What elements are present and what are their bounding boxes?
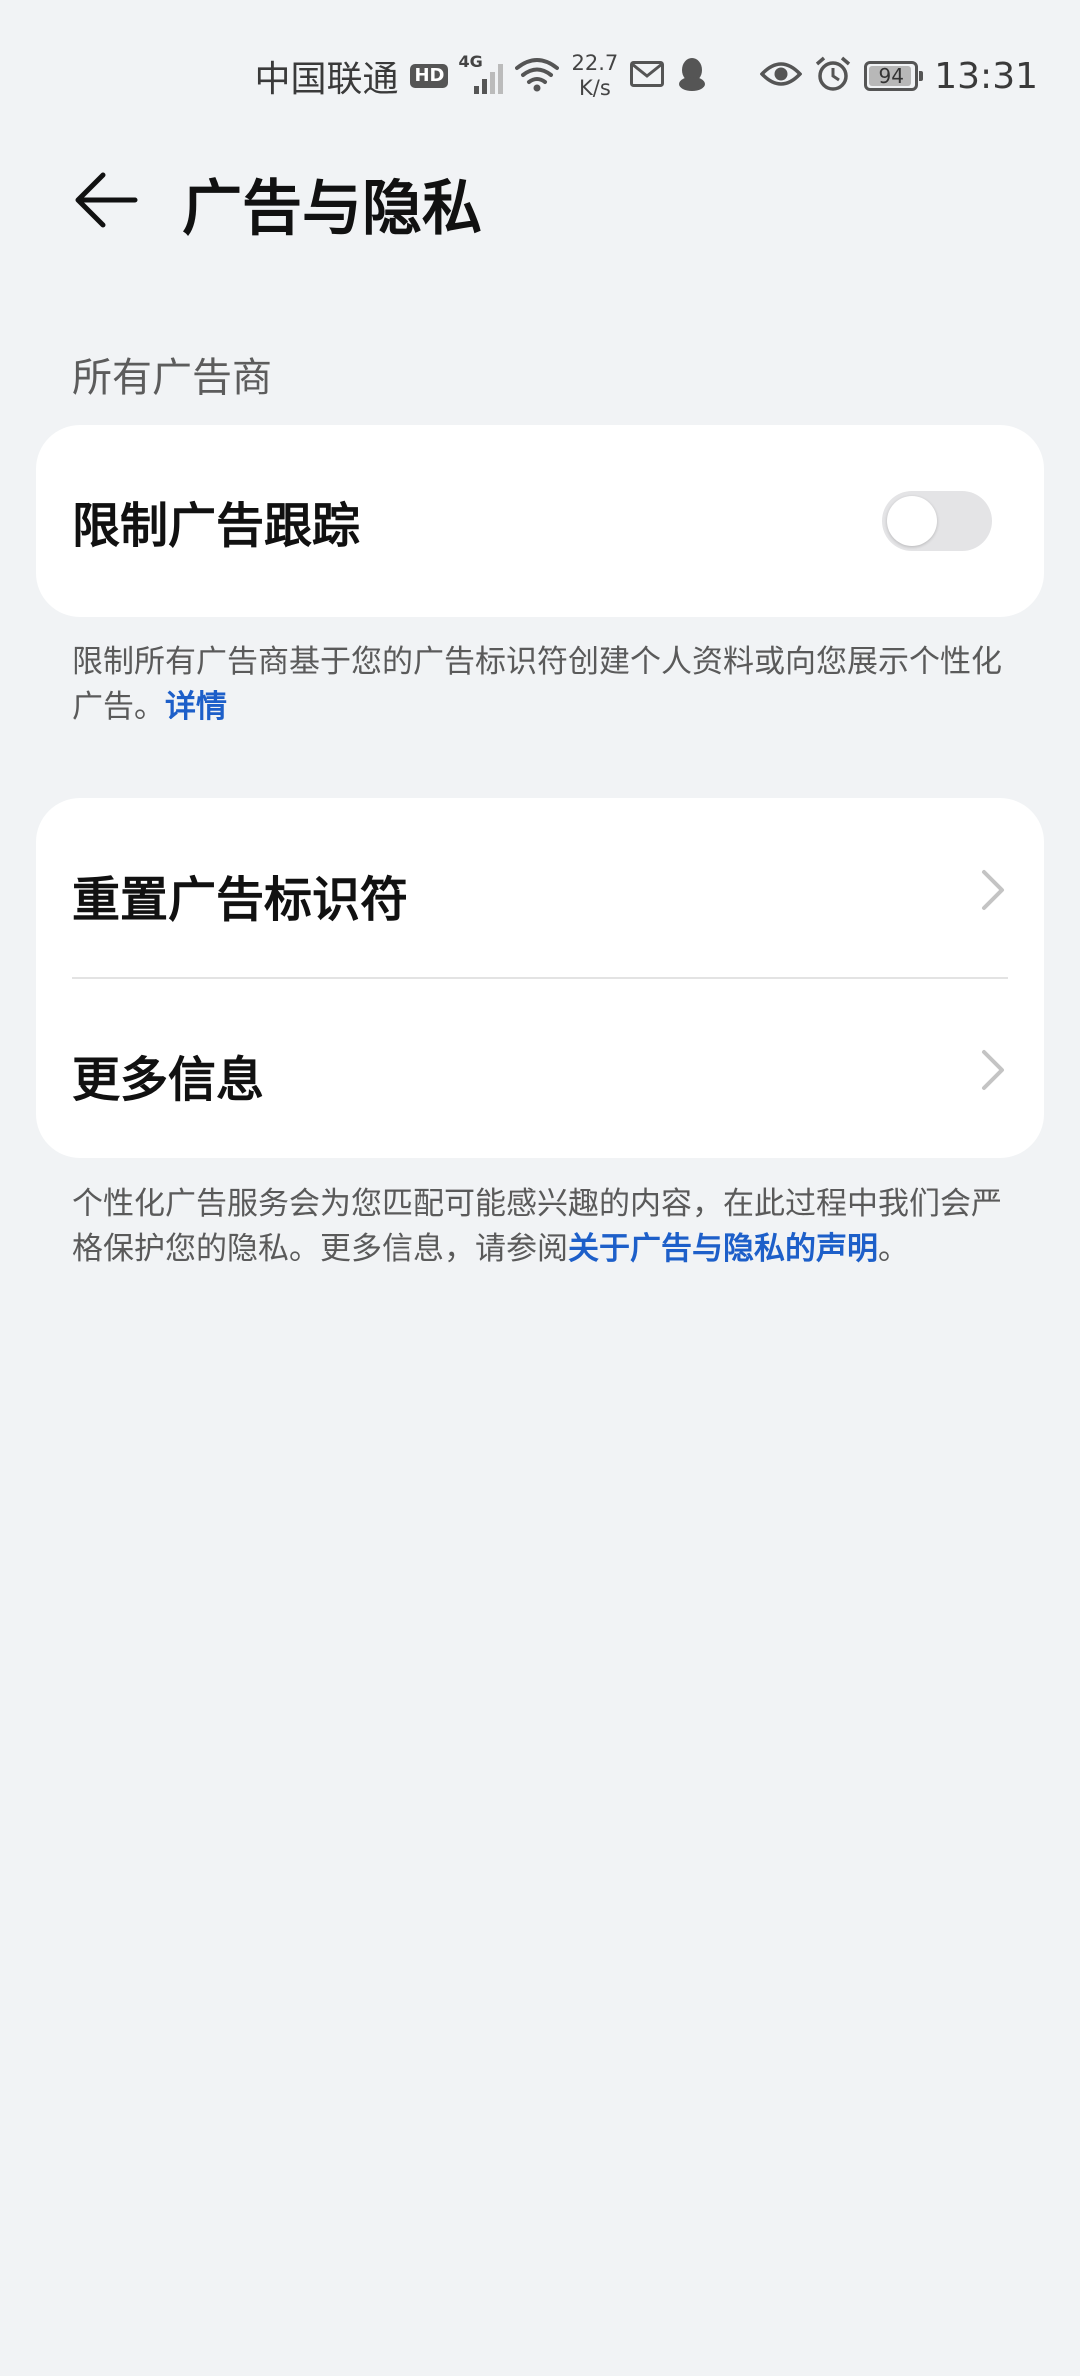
page-title: 广告与隐私	[182, 174, 482, 244]
section-label: 所有广告商	[72, 355, 272, 401]
ad-menu-card: 重置广告标识符 更多信息	[36, 798, 1044, 1158]
limit-tracking-toggle[interactable]	[882, 491, 992, 551]
status-bar: 中国联通 HD 4G 22.7 K/s 94 13:31	[0, 0, 1080, 150]
limit-tracking-row[interactable]: 限制广告跟踪	[36, 425, 1044, 617]
network-speed-unit: K/s	[578, 76, 611, 100]
mail-icon	[630, 61, 665, 91]
network-type: 4G	[458, 52, 483, 71]
battery-level: 94	[878, 64, 904, 88]
signal-icon: 4G	[458, 52, 504, 94]
qq-icon	[676, 56, 708, 96]
limit-tracking-description: 限制所有广告商基于您的广告标识符创建个人资料或向您展示个性化广告。详情	[72, 640, 1008, 730]
reset-ad-id-label: 重置广告标识符	[72, 872, 409, 928]
hd-icon: HD	[410, 64, 449, 88]
back-button[interactable]	[66, 164, 146, 236]
status-bar-right: 中国联通 HD 4G 22.7 K/s 94 13:31	[254, 48, 1038, 104]
back-arrow-icon	[75, 172, 138, 228]
chevron-right-icon	[982, 1050, 1004, 1090]
more-info-label: 更多信息	[72, 1052, 265, 1108]
privacy-note: 个性化广告服务会为您匹配可能感兴趣的内容，在此过程中我们会严格保护您的隐私。更多…	[72, 1182, 1008, 1272]
clock: 13:31	[934, 55, 1038, 97]
chevron-right-icon	[982, 870, 1004, 910]
limit-tracking-label: 限制广告跟踪	[72, 498, 361, 554]
toggle-knob	[887, 496, 937, 546]
wifi-icon	[515, 56, 560, 96]
eye-comfort-icon	[759, 60, 803, 92]
details-link[interactable]: 详情	[165, 689, 227, 725]
privacy-note-suffix: 。	[878, 1231, 909, 1267]
app-header: 广告与隐私	[0, 150, 1080, 250]
battery-icon: 94	[864, 61, 924, 91]
network-speed-value: 22.7	[571, 51, 619, 75]
carrier-name: 中国联通	[254, 59, 399, 100]
more-info-item[interactable]: 更多信息	[36, 978, 1044, 1158]
reset-ad-id-item[interactable]: 重置广告标识符	[36, 798, 1044, 979]
privacy-statement-link[interactable]: 关于广告与隐私的声明	[568, 1231, 878, 1267]
alarm-icon	[814, 55, 852, 97]
network-speed: 22.7 K/s	[571, 51, 618, 101]
limit-tracking-card: 限制广告跟踪	[36, 425, 1044, 617]
